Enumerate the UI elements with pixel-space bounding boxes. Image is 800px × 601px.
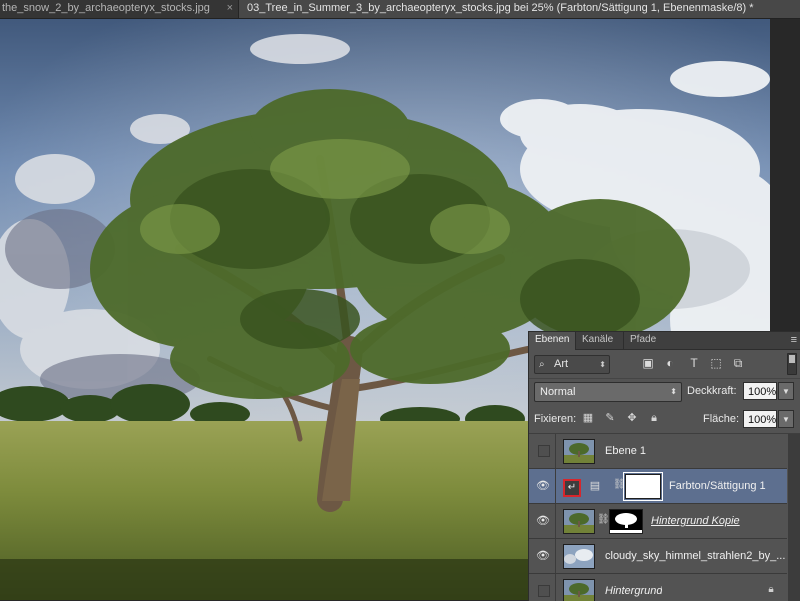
link-icon[interactable]: ⛓︎ (613, 478, 626, 492)
layer-mask-thumbnail[interactable] (623, 472, 663, 501)
eye-icon[interactable]: 👁︎ (534, 547, 552, 565)
lock-position-icon[interactable]: ✥ (625, 411, 639, 425)
document-tab-bar: the_snow_2_by_archaeopteryx_stocks.jpg ×… (0, 0, 800, 19)
layer-filter-row: ⌕ Art ⬍ ▣ ◐ T ⬚ ⧉ (529, 350, 800, 379)
layer-name[interactable]: Hintergrund Kopie (651, 504, 740, 538)
layer-row[interactable]: 👁︎ ↵ ▤ ⛓︎ Farbton/Sättigung 1 (529, 469, 787, 504)
panel-tab-bar: Ebenen Kanäle Pfade ≡ (529, 332, 800, 350)
layers-panel: Ebenen Kanäle Pfade ≡ ⌕ Art ⬍ ▣ ◐ T ⬚ ⧉ … (528, 331, 800, 601)
image-filter-icon[interactable]: ▣ (640, 355, 656, 371)
lock-row: Fixieren: ▦ ✎ ✥ 🔒︎ Fläche: 100% ▼ (529, 406, 800, 434)
tab-channels[interactable]: Kanäle (575, 332, 619, 349)
lock-label: Fixieren: (534, 413, 577, 425)
divider (555, 434, 556, 468)
chevron-updown-icon: ⬍ (670, 387, 677, 396)
layer-name[interactable]: cloudy_sky_himmel_strahlen2_by_... (605, 539, 785, 573)
divider (555, 539, 556, 573)
layer-row[interactable]: Ebene 1 (529, 434, 787, 469)
blend-row: Normal ⬍ Deckkraft: 100% ▼ (529, 379, 800, 405)
lock-icon: 🔒︎ (768, 584, 774, 595)
tab-snow-document[interactable]: the_snow_2_by_archaeopteryx_stocks.jpg × (0, 0, 239, 18)
layer-name[interactable]: Ebene 1 (605, 434, 646, 468)
visibility-toggle[interactable] (538, 585, 550, 597)
layer-row[interactable]: 👁︎ cloudy_sky_himmel_strahlen2_by_... (529, 539, 787, 574)
layer-thumbnail (563, 439, 595, 464)
opacity-input[interactable]: 100% (743, 382, 777, 400)
opacity-label: Deckkraft: (687, 385, 737, 397)
eye-icon[interactable]: 👁︎ (534, 477, 552, 495)
canvas-gutter (770, 19, 800, 332)
tab-label: 03_Tree_in_Summer_3_by_archaeopteryx_sto… (247, 2, 754, 14)
visibility-toggle[interactable] (538, 445, 550, 457)
layer-mask-thumbnail[interactable] (609, 509, 643, 534)
layer-name[interactable]: Farbton/Sättigung 1 (669, 469, 766, 503)
lock-all-icon[interactable]: 🔒︎ (647, 411, 661, 425)
type-filter-icon[interactable]: T (686, 355, 702, 371)
chevron-updown-icon: ⬍ (599, 360, 606, 369)
divider (555, 574, 556, 601)
layer-thumbnail (563, 509, 595, 534)
divider (555, 504, 556, 538)
layer-name[interactable]: Hintergrund (605, 574, 662, 601)
shape-filter-icon[interactable]: ⬚ (708, 355, 724, 371)
divider (555, 469, 556, 503)
link-icon[interactable]: ⛓︎ (597, 513, 610, 527)
layer-thumbnail (563, 579, 595, 601)
adjustment-layer-icon[interactable]: ↵ (563, 479, 581, 497)
tab-layers[interactable]: Ebenen (529, 332, 576, 350)
tab-tree-document[interactable]: 03_Tree_in_Summer_3_by_archaeopteryx_sto… (239, 0, 800, 18)
layer-list-scrollbar[interactable] (788, 434, 800, 601)
fill-dropdown-button[interactable]: ▼ (778, 410, 794, 428)
filter-kind-select[interactable]: ⌕ Art ⬍ (534, 355, 610, 374)
filter-toggle-switch[interactable] (787, 353, 797, 375)
layer-row[interactable]: 👁︎ ⛓︎ Hintergrund Kopie (529, 504, 787, 539)
search-icon: ⌕ (539, 359, 545, 370)
smart-object-filter-icon[interactable]: ⧉ (730, 355, 746, 371)
adjustment-filter-icon[interactable]: ◐ (662, 355, 678, 371)
eye-icon[interactable]: 👁︎ (534, 512, 552, 530)
opacity-dropdown-button[interactable]: ▼ (778, 382, 794, 400)
panel-menu-icon[interactable]: ≡ (791, 334, 797, 346)
tab-paths[interactable]: Pfade (623, 332, 662, 349)
blend-mode-value: Normal (540, 386, 576, 398)
filter-kind-label: Art (554, 358, 569, 370)
close-icon[interactable]: × (227, 0, 233, 17)
layer-thumbnail (563, 544, 595, 569)
lock-paint-icon[interactable]: ✎ (603, 411, 617, 425)
fill-input[interactable]: 100% (743, 410, 777, 428)
blend-mode-select[interactable]: Normal ⬍ (534, 382, 682, 402)
layer-row[interactable]: Hintergrund 🔒︎ (529, 574, 787, 601)
hue-saturation-icon: ▤ (589, 480, 601, 492)
lock-transparent-icon[interactable]: ▦ (581, 411, 595, 425)
fill-label: Fläche: (703, 413, 740, 425)
layer-list: Ebene 1 👁︎ ↵ ▤ ⛓︎ Farbton/Sättigung 1 👁︎… (529, 434, 787, 601)
tab-label: the_snow_2_by_archaeopteryx_stocks.jpg (2, 2, 210, 14)
